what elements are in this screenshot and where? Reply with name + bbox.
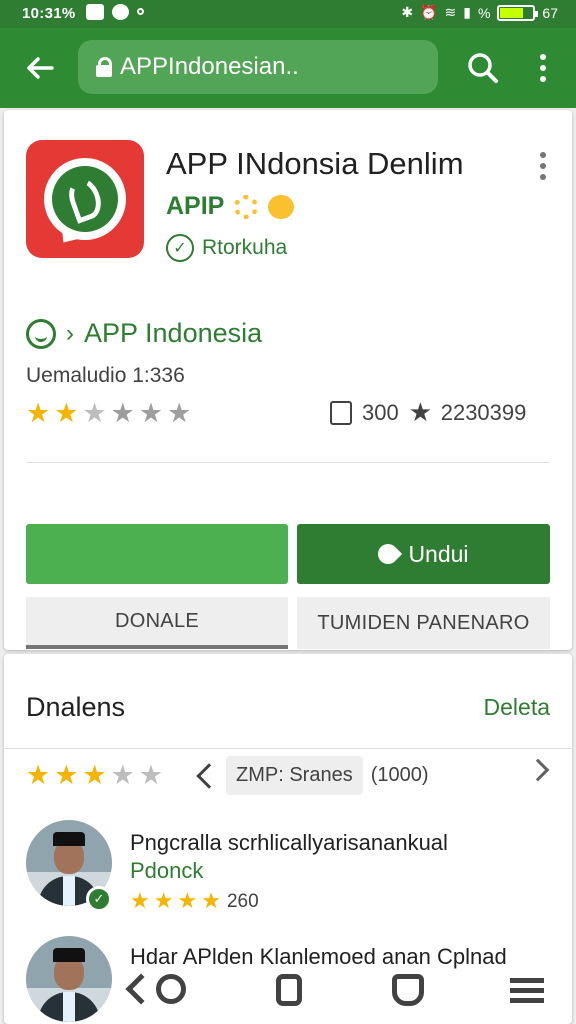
divider — [26, 462, 550, 463]
battery-icon — [497, 4, 539, 21]
url-bar[interactable]: APPIndonesian.. — [78, 40, 438, 94]
navigation-bar — [100, 966, 576, 1016]
app-stats: 300 2230399 — [330, 397, 527, 428]
message-icon — [86, 4, 104, 20]
back-button[interactable] — [20, 48, 60, 88]
verified-row: ✓ Rtorkuha — [166, 234, 287, 262]
star-icon: ★ — [130, 888, 150, 913]
status-bar: 10:31% ✱ ⏰ ≋ ▮ % 67 — [0, 0, 576, 28]
chip-label: ZMP: Sranes — [226, 756, 363, 795]
star-icon: ★ — [138, 398, 164, 428]
star-icon: ★ — [110, 760, 135, 790]
developer-row[interactable]: APIP — [166, 192, 295, 221]
star-icon: ★ — [177, 888, 198, 913]
check-circle-icon: ✓ — [166, 234, 194, 262]
status-time: 10:31% — [22, 5, 76, 22]
app-icon — [26, 140, 144, 258]
alarm-icon: ⏰ — [420, 4, 438, 20]
back-arrow-icon — [27, 57, 54, 79]
thumbs-up-icon — [330, 401, 352, 425]
more-vert-button[interactable] — [526, 48, 560, 88]
tag-icon — [196, 762, 222, 789]
version-text: Uemaludio 1:336 — [26, 364, 185, 387]
star-icon: ★ — [110, 398, 135, 428]
install-button[interactable]: Undui — [297, 524, 550, 584]
search-button[interactable] — [463, 48, 503, 88]
review-rating-stars: ★ ★ ★ ★ 260 — [130, 890, 259, 912]
more-vert-icon — [540, 54, 546, 60]
smile-icon — [26, 318, 56, 349]
app-menu-button[interactable] — [540, 152, 546, 180]
star-icon: ★ — [26, 760, 51, 790]
chevron-right-icon: › — [66, 319, 74, 347]
lock-icon — [96, 57, 112, 77]
more-vert-icon — [540, 152, 546, 158]
reviews-title: Dnalens — [26, 692, 126, 722]
search-icon — [468, 53, 498, 83]
star-icon: ★ — [82, 398, 107, 428]
reviews-link[interactable]: Deleta — [484, 694, 550, 721]
summary-rating-stars: ★ ★ ★ ★ ★ — [26, 762, 163, 789]
browser-toolbar: APPIndonesian.. — [0, 28, 576, 108]
app-title: APP INdonsia Denlim — [166, 146, 464, 181]
tab-tumiden[interactable]: TUMIDEN PANENARO — [297, 597, 550, 649]
nav-recents-button[interactable] — [392, 974, 424, 1006]
verified-badge-icon: ✓ — [86, 886, 112, 912]
nav-menu-button[interactable] — [510, 974, 544, 1006]
chip-count: (1000) — [370, 764, 429, 786]
chevron-right-icon[interactable] — [526, 758, 550, 782]
developer-name: APIP — [166, 192, 225, 220]
notification-icons — [86, 4, 144, 20]
star-icon: ★ — [26, 398, 51, 428]
secondary-action-button[interactable] — [26, 524, 288, 584]
star-icon: ★ — [54, 398, 79, 428]
install-label: Undui — [408, 540, 469, 567]
tab-label: DONALE — [114, 609, 200, 632]
signal-icon: ▮ — [463, 4, 471, 20]
app-rating-stars: ★ ★ ★ ★ ★ ★ — [26, 400, 191, 427]
url-text: APPIndonesian.. — [120, 53, 299, 80]
star-icon: ★ — [167, 398, 192, 428]
star-icon: ★ — [82, 760, 107, 790]
chat-icon — [112, 4, 129, 20]
verified-label: Rtorkuha — [202, 236, 288, 259]
bluetooth-icon: ✱ — [401, 4, 414, 20]
share-icon — [409, 397, 432, 428]
review-author: Pngcralla scrhlicallyarisanankual — [130, 830, 448, 855]
divider — [4, 748, 572, 749]
nav-back-button[interactable] — [125, 973, 188, 1006]
star-icon: ★ — [201, 888, 221, 913]
review-count: 260 — [226, 890, 259, 912]
star-icon: ★ — [153, 888, 174, 913]
star-icon: ★ — [54, 760, 79, 790]
download-icon — [374, 539, 403, 569]
notification-dot-icon — [137, 8, 144, 15]
wifi-icon: ≋ — [444, 4, 457, 20]
filter-chip[interactable]: ZMP: Sranes (1000) — [196, 756, 429, 795]
battery-label: 67 — [542, 4, 558, 21]
signal-percent: % — [477, 4, 491, 21]
back-icon — [125, 973, 157, 1005]
likes-count: 300 — [362, 400, 399, 425]
star-icon: ★ — [138, 760, 164, 790]
tab-donale[interactable]: DONALE — [26, 597, 288, 649]
award-badge-icon — [268, 194, 295, 219]
gear-icon — [234, 194, 259, 219]
status-right: ✱ ⏰ ≋ ▮ % 67 — [401, 4, 558, 21]
app-info-card: APP INdonsia Denlim APIP ✓ Rtorkuha › AP… — [4, 110, 572, 650]
shares-count: 2230399 — [440, 400, 527, 425]
package-name: APP Indonesia — [84, 318, 263, 348]
review-subtitle: Pdonck — [130, 858, 204, 883]
tab-label: TUMIDEN PANENARO — [317, 611, 530, 634]
nav-home-button[interactable] — [276, 974, 302, 1006]
package-row[interactable]: › APP Indonesia — [26, 318, 262, 349]
